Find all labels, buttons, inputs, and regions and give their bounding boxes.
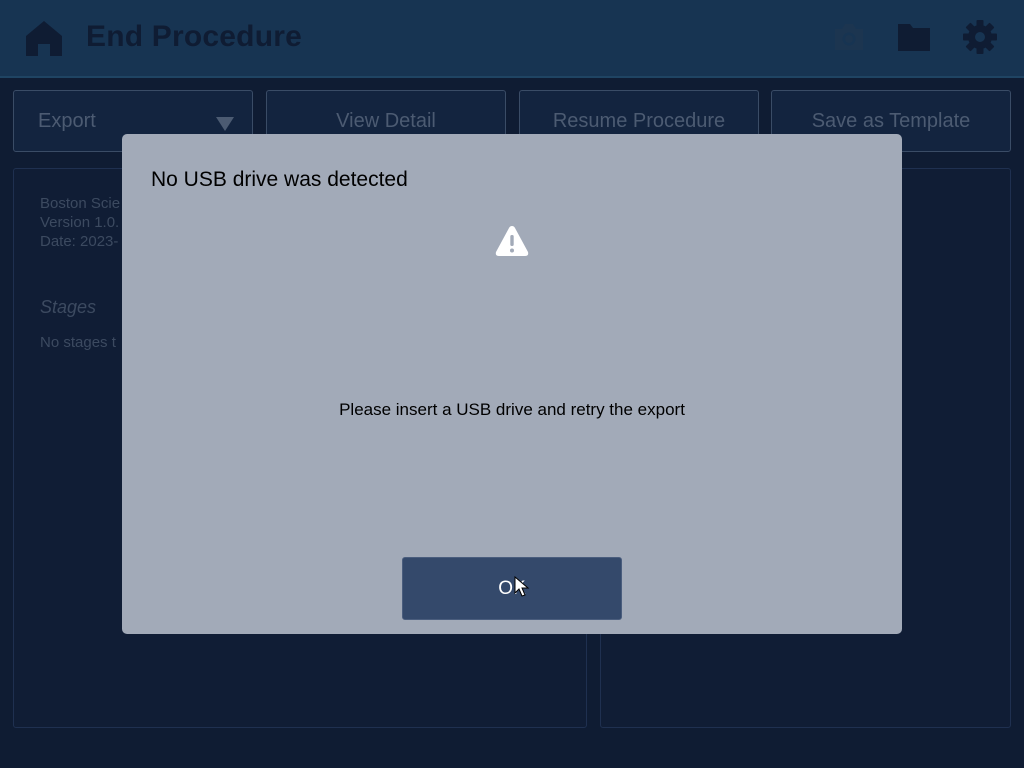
ok-button[interactable]: OK [402, 557, 622, 620]
dialog-title: No USB drive was detected [151, 168, 408, 191]
mouse-cursor-icon [514, 576, 530, 597]
dialog-message: Please insert a USB drive and retry the … [339, 400, 685, 419]
usb-alert-dialog: No USB drive was detected Please insert … [122, 134, 902, 634]
warning-icon [495, 226, 529, 256]
